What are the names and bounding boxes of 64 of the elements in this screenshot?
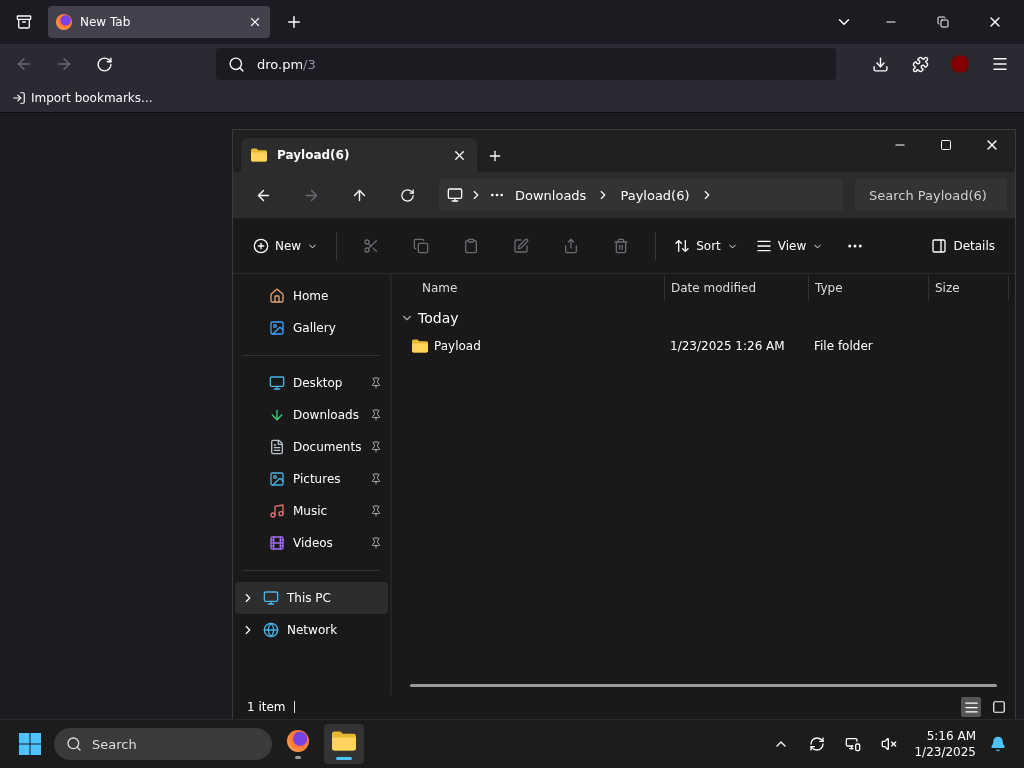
folder-icon — [251, 147, 267, 163]
computer-icon — [447, 187, 463, 203]
folder-icon — [412, 338, 428, 354]
group-header[interactable]: Today — [392, 302, 1015, 334]
explorer-tab[interactable]: Payload(6) — [241, 138, 477, 172]
details-button[interactable]: Details — [923, 230, 1003, 262]
document-icon — [269, 439, 285, 455]
column-header[interactable]: Name — [392, 276, 664, 300]
square-icon — [992, 700, 1006, 714]
sidebar-item[interactable]: Pictures — [235, 463, 388, 495]
bookmark-item[interactable]: Import bookmarks... — [12, 91, 153, 105]
sort-button[interactable]: Sort — [666, 230, 746, 262]
firefox-icon — [287, 729, 309, 752]
item-count: 1 item — [247, 700, 286, 714]
clock[interactable]: 5:16 AM 1/23/2025 — [914, 728, 976, 760]
table-cell-text: 1/23/2025 1:26 AM — [669, 339, 786, 353]
plus-circle-icon — [253, 238, 269, 254]
sidebar-item[interactable]: Home — [235, 280, 388, 312]
gallery-icon — [269, 320, 285, 336]
folder-icon — [332, 728, 356, 753]
table-cell-text: File folder — [813, 339, 874, 353]
details-view-button[interactable] — [961, 697, 981, 717]
panel-icon — [931, 238, 948, 254]
file-name: Payload — [434, 339, 481, 353]
windows-logo-icon[interactable] — [18, 732, 42, 756]
view-button[interactable]: View — [747, 230, 832, 262]
tree-item[interactable]: Network — [235, 614, 388, 646]
sidebar-item[interactable]: Music — [235, 495, 388, 527]
computer-icon — [263, 590, 279, 606]
column-header[interactable]: Type — [808, 276, 928, 300]
address-bar[interactable]: dro.pm/3 — [216, 48, 836, 80]
picture-icon — [269, 471, 285, 487]
home-icon — [269, 288, 285, 304]
breadcrumb-item[interactable]: Downloads — [511, 187, 591, 203]
download-icon — [269, 407, 285, 423]
close-icon[interactable] — [248, 15, 262, 29]
sidebar-item[interactable]: Documents — [235, 431, 388, 463]
sidebar-item[interactable]: Desktop — [235, 367, 388, 399]
breadcrumb-item[interactable]: Payload(6) — [616, 187, 694, 203]
video-icon — [269, 535, 285, 551]
new-button[interactable]: New — [245, 230, 327, 262]
scrollbar[interactable] — [410, 684, 997, 687]
import-icon — [12, 91, 26, 105]
sidebar-item[interactable]: Downloads — [235, 399, 388, 431]
search-field[interactable]: Search Payload(6) — [855, 179, 1007, 211]
music-icon — [269, 503, 285, 519]
sidebar-item[interactable]: Gallery — [235, 312, 388, 344]
browser-tab[interactable]: New Tab — [48, 6, 270, 38]
breadcrumb-bar[interactable]: Downloads Payload(6) — [439, 179, 843, 211]
network-icon — [263, 622, 279, 638]
lines-icon — [755, 238, 772, 254]
sort-icon — [674, 238, 691, 254]
search-icon — [66, 736, 82, 752]
search-icon — [228, 55, 245, 73]
column-header[interactable]: Date modified — [664, 276, 808, 300]
taskbar-search[interactable]: Search — [54, 728, 272, 760]
explorer-app-button[interactable] — [324, 724, 364, 764]
desktop-icon — [269, 375, 285, 391]
firefox-icon — [56, 14, 72, 30]
sidebar-item[interactable]: Videos — [235, 527, 388, 559]
column-header[interactable]: Size — [928, 276, 1008, 300]
tree-item[interactable]: This PC — [235, 582, 388, 614]
file-row[interactable]: Payload 1/23/2025 1:26 AM File folder — [392, 334, 1015, 358]
lines-icon — [963, 699, 979, 715]
